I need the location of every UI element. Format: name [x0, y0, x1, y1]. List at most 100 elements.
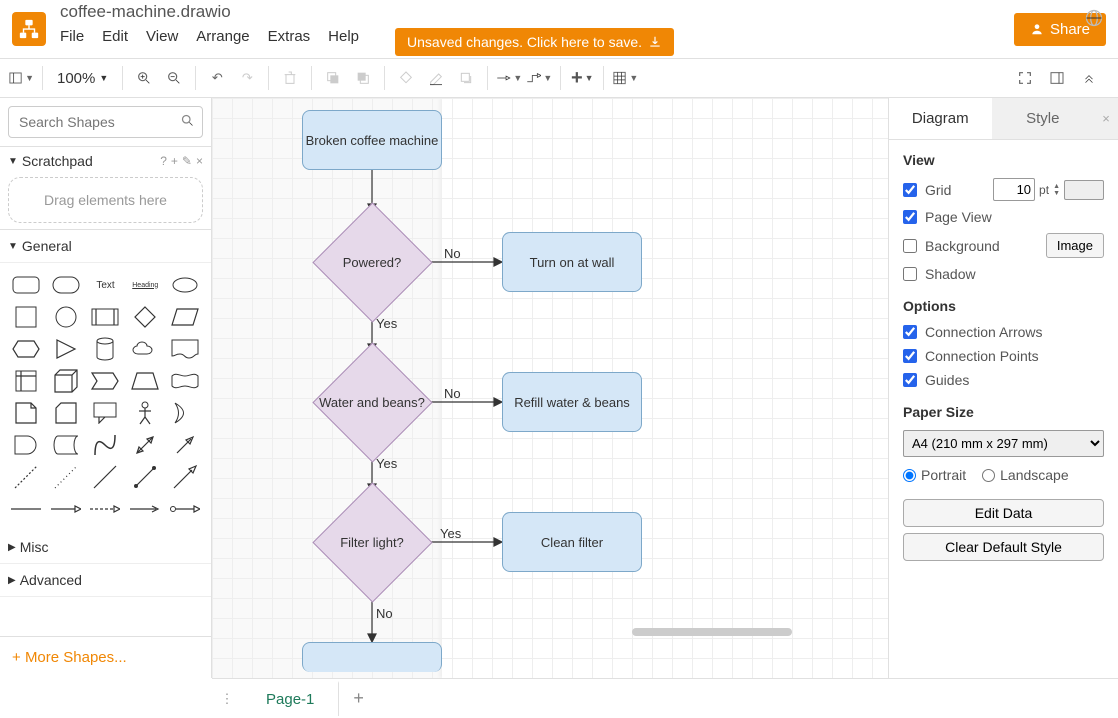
collapse-icon[interactable] [1076, 65, 1102, 91]
menu-help[interactable]: Help [328, 28, 359, 56]
shape-rounded-rect-2[interactable] [48, 271, 84, 299]
canvas[interactable]: Broken coffee machine Powered? Turn on a… [212, 98, 888, 678]
scratchpad-edit-icon[interactable]: ✎ [182, 154, 192, 168]
insert-icon[interactable]: +▼ [569, 65, 595, 91]
page-tab-1[interactable]: Page-1 [242, 681, 339, 716]
horizontal-scrollbar[interactable] [632, 628, 792, 636]
shape-card[interactable] [48, 399, 84, 427]
shape-dashed-line[interactable] [8, 463, 44, 491]
shape-hline[interactable] [8, 495, 44, 523]
menu-arrange[interactable]: Arrange [196, 28, 249, 56]
shape-bidirectional-arrow[interactable] [127, 431, 163, 459]
scratchpad-close-icon[interactable]: × [196, 154, 203, 168]
grid-down-icon[interactable]: ▼ [1053, 190, 1060, 197]
page-menu-icon[interactable]: ⋮ [212, 691, 242, 707]
shape-tape[interactable] [167, 367, 203, 395]
background-checkbox[interactable] [903, 239, 917, 253]
connection-icon[interactable]: ▼ [496, 65, 522, 91]
node-clean[interactable]: Clean filter [502, 512, 642, 572]
filename[interactable]: coffee-machine.drawio [60, 2, 1014, 22]
shape-internal-storage[interactable] [8, 367, 44, 395]
search-icon[interactable] [180, 113, 195, 131]
paper-size-select[interactable]: A4 (210 mm x 297 mm) [903, 430, 1104, 457]
grid-size-input[interactable] [993, 178, 1035, 201]
shape-cylinder[interactable] [88, 335, 124, 363]
shape-circle[interactable] [48, 303, 84, 331]
scratchpad-add-icon[interactable]: + [171, 154, 178, 168]
more-shapes-button[interactable]: + More Shapes... [0, 636, 211, 678]
conn-points-checkbox[interactable] [903, 349, 917, 363]
shape-dotted-line[interactable] [48, 463, 84, 491]
pageview-checkbox[interactable] [903, 210, 917, 224]
shape-process[interactable] [88, 303, 124, 331]
shape-hline-open-arrow[interactable] [127, 495, 163, 523]
tab-style[interactable]: Style [992, 98, 1095, 139]
shape-diamond[interactable] [127, 303, 163, 331]
grid-checkbox[interactable] [903, 183, 917, 197]
shape-line-arrow[interactable] [167, 463, 203, 491]
shape-hexagon[interactable] [8, 335, 44, 363]
shape-callout[interactable] [88, 399, 124, 427]
node-water[interactable]: Water and beans? [312, 342, 432, 462]
format-panel-icon[interactable] [1044, 65, 1070, 91]
node-powered[interactable]: Powered? [312, 202, 432, 322]
search-shapes-input[interactable] [8, 106, 203, 138]
shape-document[interactable] [167, 335, 203, 363]
shape-cube[interactable] [48, 367, 84, 395]
unsaved-banner[interactable]: Unsaved changes. Click here to save. [395, 28, 674, 56]
zoom-select[interactable]: 100%▼ [51, 70, 114, 87]
shape-parallelogram[interactable] [167, 303, 203, 331]
zoom-out-icon[interactable] [161, 65, 187, 91]
language-globe-icon[interactable] [1084, 8, 1104, 28]
shape-arrow[interactable] [167, 431, 203, 459]
shape-actor[interactable] [127, 399, 163, 427]
conn-arrows-checkbox[interactable] [903, 325, 917, 339]
image-button[interactable]: Image [1046, 233, 1104, 258]
shape-square[interactable] [8, 303, 44, 331]
node-broken[interactable]: Broken coffee machine [302, 110, 442, 170]
menu-view[interactable]: View [146, 28, 178, 56]
to-back-icon[interactable] [350, 65, 376, 91]
section-general[interactable]: ▼General [0, 230, 211, 263]
shadow-icon[interactable] [453, 65, 479, 91]
shape-or[interactable] [167, 399, 203, 427]
line-color-icon[interactable] [423, 65, 449, 91]
menu-edit[interactable]: Edit [102, 28, 128, 56]
fill-color-icon[interactable] [393, 65, 419, 91]
close-panel-icon[interactable]: × [1094, 98, 1118, 139]
node-filter[interactable]: Filter light? [312, 482, 432, 602]
shape-note[interactable] [8, 399, 44, 427]
clear-style-button[interactable]: Clear Default Style [903, 533, 1104, 561]
shape-hline-circle-arrow[interactable] [167, 495, 203, 523]
waypoint-icon[interactable]: ▼ [526, 65, 552, 91]
section-misc[interactable]: ▶Misc [0, 531, 211, 564]
table-icon[interactable]: ▼ [612, 65, 638, 91]
redo-icon[interactable]: ↷ [234, 65, 260, 91]
menu-file[interactable]: File [60, 28, 84, 56]
shape-and[interactable] [8, 431, 44, 459]
add-page-icon[interactable]: + [339, 680, 378, 717]
shape-step[interactable] [88, 367, 124, 395]
shape-curve[interactable] [88, 431, 124, 459]
delete-icon[interactable] [277, 65, 303, 91]
landscape-radio[interactable] [982, 469, 995, 482]
tab-diagram[interactable]: Diagram [889, 98, 992, 139]
section-advanced[interactable]: ▶Advanced [0, 564, 211, 597]
app-logo[interactable] [12, 12, 46, 46]
shape-heading[interactable]: Heading [127, 271, 163, 299]
shape-triangle[interactable] [48, 335, 84, 363]
sidebar-toggle-icon[interactable]: ▼ [8, 65, 34, 91]
shape-ellipse[interactable] [167, 271, 203, 299]
undo-icon[interactable]: ↶ [204, 65, 230, 91]
zoom-in-icon[interactable] [131, 65, 157, 91]
shape-data-storage[interactable] [48, 431, 84, 459]
portrait-radio[interactable] [903, 469, 916, 482]
node-partial[interactable] [302, 642, 442, 672]
shape-cloud[interactable] [127, 335, 163, 363]
scratchpad-help-icon[interactable]: ? [160, 154, 167, 168]
menu-extras[interactable]: Extras [268, 28, 311, 56]
edit-data-button[interactable]: Edit Data [903, 499, 1104, 527]
shape-line[interactable] [88, 463, 124, 491]
fullscreen-icon[interactable] [1012, 65, 1038, 91]
node-turn-on[interactable]: Turn on at wall [502, 232, 642, 292]
